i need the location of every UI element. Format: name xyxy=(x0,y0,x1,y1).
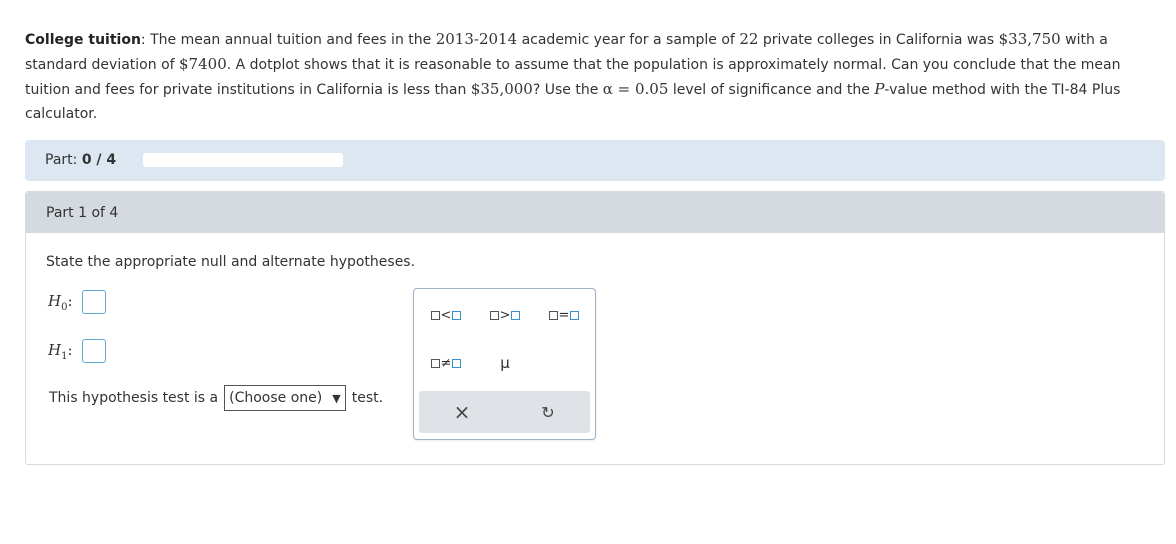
h0-label: H0: xyxy=(48,291,73,313)
palette-footer: × ↻ xyxy=(419,391,590,433)
test-type-suffix: test. xyxy=(351,390,384,406)
null-hypothesis-row: H0: xyxy=(48,290,106,314)
equals-button[interactable]: = xyxy=(545,305,583,325)
dropdown-arrow-icon: ▼ xyxy=(332,391,341,405)
part-progress-bar: Part: 0 / 4 xyxy=(25,140,1165,181)
greater-than-button[interactable]: > xyxy=(486,305,524,325)
part-progress-count: 0 / 4 xyxy=(81,152,117,168)
not-equal-button[interactable]: ≠ xyxy=(427,353,465,373)
undo-icon[interactable]: ↻ xyxy=(536,401,560,423)
part-header: Part 1 of 4 xyxy=(26,192,1164,233)
test-type-selected: (Choose one) xyxy=(229,390,323,406)
alternate-hypothesis-row: H1: xyxy=(48,339,106,363)
instruction-text: State the appropriate null and alternate… xyxy=(46,254,416,270)
clear-icon[interactable]: × xyxy=(450,400,474,424)
part-progress-label: Part: 0 / 4 xyxy=(45,152,117,168)
progress-track xyxy=(143,153,343,167)
less-than-button[interactable]: < xyxy=(427,305,465,325)
test-type-prefix: This hypothesis test is a xyxy=(49,390,219,406)
problem-statement: College tuition: The mean annual tuition… xyxy=(25,30,1121,122)
math-palette: < > = ≠ μ × ↻ xyxy=(413,288,596,440)
h0-answer-input[interactable] xyxy=(82,290,106,314)
problem-title: College tuition xyxy=(25,32,141,48)
test-type-row: This hypothesis test is a (Choose one) ▼… xyxy=(49,385,383,411)
part-header-label: Part 1 of 4 xyxy=(46,205,119,221)
test-type-select[interactable]: (Choose one) ▼ xyxy=(224,385,346,411)
mu-button[interactable]: μ xyxy=(494,353,516,373)
h1-label: H1: xyxy=(48,340,73,362)
h1-answer-input[interactable] xyxy=(82,339,106,363)
